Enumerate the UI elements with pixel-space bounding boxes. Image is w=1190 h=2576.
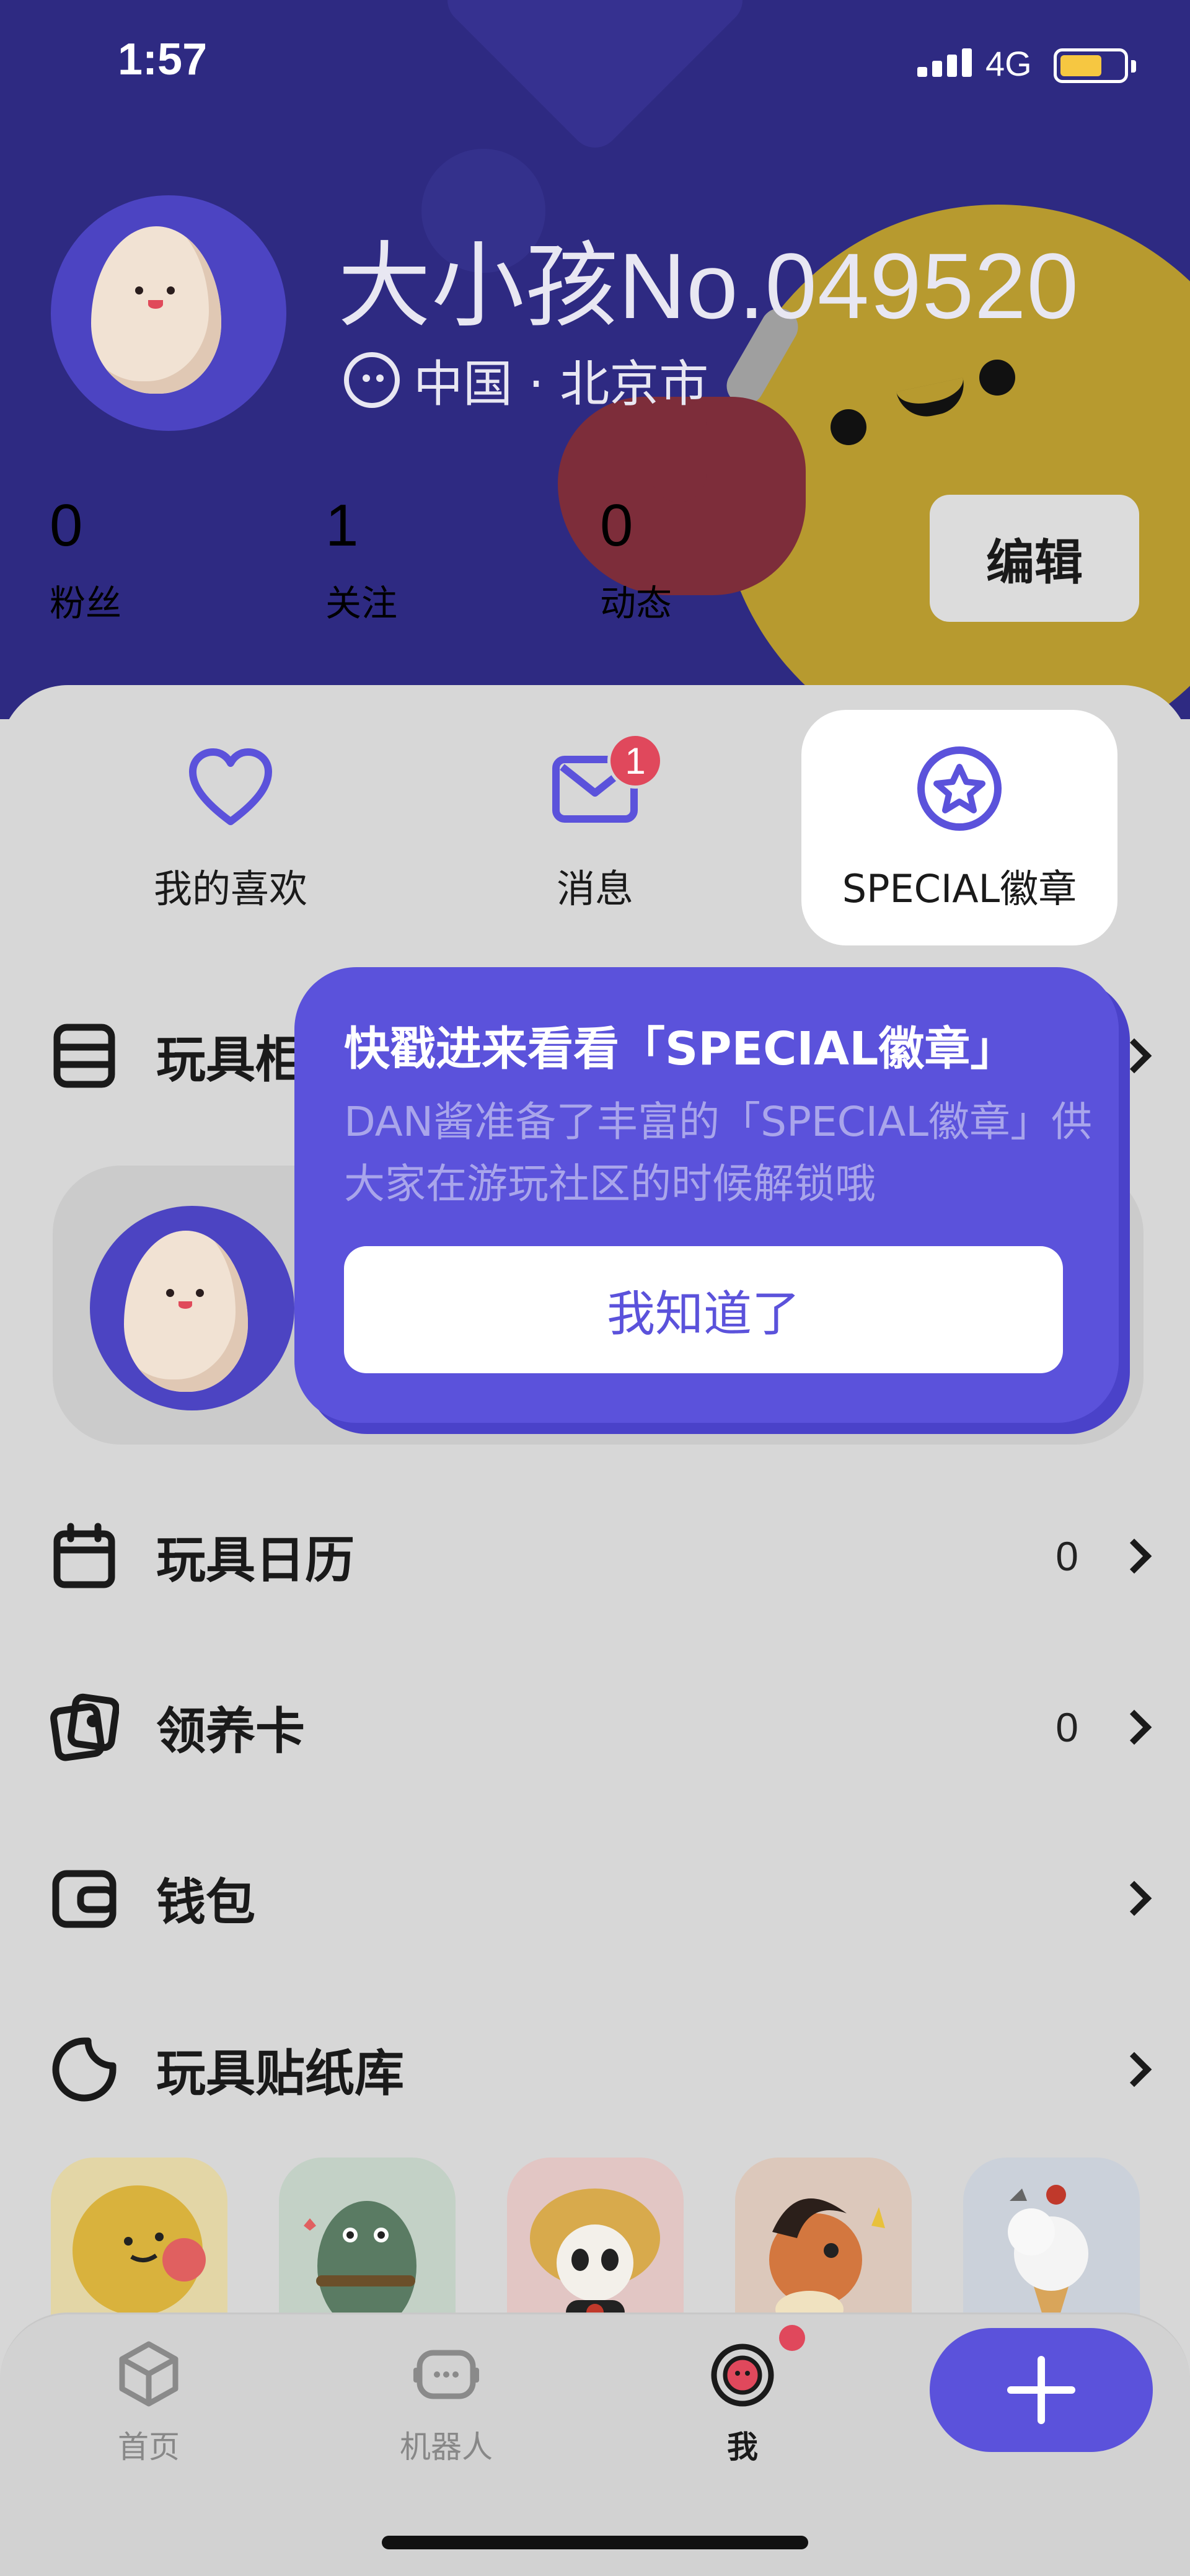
chevron-right-icon — [1116, 1709, 1152, 1745]
chevron-right-icon — [1116, 1538, 1152, 1574]
home-indicator — [382, 2536, 808, 2549]
toy-calendar-row[interactable]: 玩具日历 0 — [50, 1513, 1153, 1600]
notification-dot — [779, 2325, 805, 2351]
me-icon — [711, 2344, 774, 2407]
menu-item-label: 钱包 — [156, 1874, 255, 1931]
quick-action-label: 消息 — [556, 866, 633, 911]
tooltip-description-line: DAN酱准备了丰富的「SPECIAL徽章」供 — [344, 1098, 1093, 1146]
special-badge-tooltip: 快戳进来看看「SPECIAL徽章」 DAN酱准备了丰富的「SPECIAL徽章」供… — [294, 967, 1119, 1423]
network-type: 4G — [985, 44, 1032, 83]
tab-label: 首页 — [118, 2429, 180, 2465]
quick-action-label: SPECIAL徽章 — [842, 866, 1077, 911]
my-likes-button[interactable]: 我的喜欢 — [73, 710, 389, 945]
tab-robot[interactable]: 机器人 — [384, 2339, 508, 2467]
avatar[interactable] — [51, 195, 286, 431]
mascot-eye — [979, 360, 1015, 396]
sticker-icon — [52, 2037, 117, 2102]
tooltip-description: DAN酱准备了丰富的「SPECIAL徽章」供 大家在游玩社区的时候解锁哦 — [344, 1091, 1119, 1215]
tab-label: 机器人 — [400, 2429, 493, 2465]
location-text: 中国 · 北京市 — [413, 355, 709, 413]
tooltip-description-line: 大家在游玩社区的时候解锁哦 — [344, 1160, 876, 1208]
add-plus-button[interactable] — [930, 2328, 1153, 2452]
stat-count: 0 — [600, 492, 633, 559]
menu-item-label: 玩具日历 — [156, 1531, 355, 1589]
heart-icon — [189, 748, 272, 825]
stat-label: 关注 — [325, 582, 398, 624]
stat-count: 1 — [325, 492, 359, 559]
tab-home[interactable]: 首页 — [87, 2339, 211, 2467]
toy-avatar — [90, 1206, 294, 1410]
quick-actions: 我的喜欢 消息 SPECIAL徽章 — [0, 710, 1190, 945]
tab-me[interactable]: 我 — [681, 2339, 804, 2467]
quick-action-label: 我的喜欢 — [153, 866, 307, 911]
status-bar: 1:57 4G — [0, 0, 1190, 130]
star-badge-icon — [917, 746, 1002, 831]
location: 中国 · 北京市 — [344, 344, 708, 416]
mascot-eye — [831, 409, 866, 445]
home-icon — [119, 2341, 178, 2407]
stat-posts[interactable]: 0 动态 — [600, 496, 724, 626]
profile-header: 1:57 4G 大小孩No.049520 中国 · 北京市 0 粉丝 1 关注 … — [0, 0, 1190, 719]
wallet-row[interactable]: 钱包 — [50, 1855, 1153, 1942]
special-badge-button[interactable]: SPECIAL徽章 — [801, 710, 1117, 945]
wallet-icon — [52, 1870, 117, 1928]
stat-followers[interactable]: 0 粉丝 — [50, 496, 174, 626]
chevron-right-icon — [1116, 1880, 1152, 1916]
tab-label: 我 — [727, 2429, 758, 2465]
chevron-right-icon — [1116, 2052, 1152, 2087]
robot-icon — [413, 2350, 479, 2399]
calendar-icon — [53, 1523, 115, 1588]
mascot-mouth — [896, 378, 969, 422]
menu-item-label: 领养卡 — [156, 1702, 305, 1760]
adoption-card-row[interactable]: 领养卡 0 — [50, 1684, 1153, 1771]
sticker-library-row[interactable]: 玩具贴纸库 — [50, 2026, 1153, 2113]
menu-item-count: 0 — [1056, 1533, 1078, 1579]
tooltip-title: 快戳进来看看「SPECIAL徽章」 — [344, 1022, 1016, 1076]
edit-profile-button[interactable]: 编辑 — [930, 495, 1139, 622]
battery-icon — [1054, 48, 1136, 83]
status-time: 1:57 — [118, 35, 208, 84]
signal-icon — [917, 48, 972, 77]
menu-item-label: 玩具贴纸库 — [156, 2045, 404, 2102]
username: 大小孩No.049520 — [338, 234, 1079, 338]
messages-button[interactable]: 消息 — [437, 710, 753, 945]
egg-avatar-icon — [124, 1231, 248, 1392]
stat-label: 动态 — [600, 582, 672, 624]
message-count-badge: 1 — [607, 733, 663, 789]
got-it-button[interactable]: 我知道了 — [344, 1246, 1063, 1373]
menu-item-count: 0 — [1056, 1704, 1078, 1750]
stat-following[interactable]: 1 关注 — [325, 496, 449, 626]
stat-label: 粉丝 — [50, 582, 122, 624]
chevron-right-icon — [1116, 1038, 1152, 1074]
cabinet-icon — [53, 1024, 115, 1088]
egg-avatar-icon — [91, 226, 221, 394]
location-bird-icon — [344, 352, 400, 408]
stat-count: 0 — [50, 492, 83, 559]
adoption-card-icon — [50, 1693, 119, 1761]
